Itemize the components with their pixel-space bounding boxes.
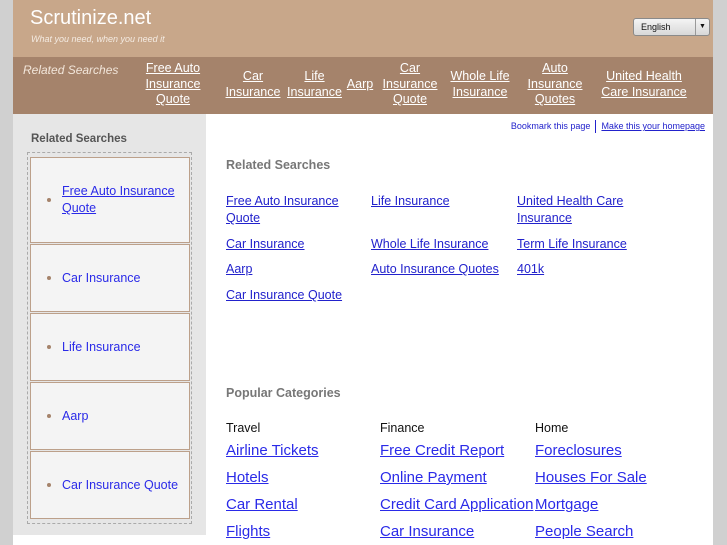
nav-link[interactable]: Aarp	[344, 61, 376, 108]
related-title: Related Searches	[226, 158, 331, 172]
site-title[interactable]: Scrutinize.net	[30, 7, 151, 30]
related-link[interactable]: Life Insurance	[371, 193, 450, 210]
bullet-icon	[47, 414, 51, 418]
sidebar-link[interactable]: Life Insurance	[62, 339, 141, 356]
category-link[interactable]: Hotels	[226, 469, 269, 486]
related-link[interactable]: 401k	[517, 261, 544, 278]
list-item[interactable]: Car Insurance Quote	[30, 451, 190, 519]
language-value: English	[641, 22, 671, 32]
sidebar-title: Related Searches	[31, 133, 127, 145]
related-link[interactable]: United Health Care Insurance	[517, 193, 642, 227]
nav-link[interactable]: Free Auto Insurance Quote	[138, 61, 208, 108]
category-link[interactable]: Foreclosures	[535, 442, 622, 459]
category-link[interactable]: Online Payment	[380, 469, 487, 486]
chevron-down-icon: ▼	[695, 19, 709, 35]
nav-link[interactable]: Whole Life Insurance	[445, 61, 515, 108]
bookmark-link[interactable]: Bookmark this page	[511, 121, 591, 131]
category-link[interactable]: Free Credit Report	[380, 442, 504, 459]
related-link[interactable]: Aarp	[226, 261, 252, 278]
popular-title: Popular Categories	[226, 386, 341, 400]
category-link[interactable]: Houses For Sale	[535, 469, 647, 486]
language-select[interactable]: English ▼	[633, 18, 710, 36]
page: Scrutinize.net What you need, when you n…	[13, 0, 713, 545]
sidebar: Related Searches Free Auto Insurance Quo…	[13, 114, 206, 535]
nav-link[interactable]: Car Insurance Quote	[378, 61, 442, 108]
category-link[interactable]: Car Rental	[226, 496, 298, 513]
sidebar-list: Free Auto Insurance Quote Car Insurance …	[27, 152, 192, 524]
related-link[interactable]: Whole Life Insurance	[371, 236, 488, 253]
category-link[interactable]: People Search	[535, 523, 633, 540]
nav-link[interactable]: Auto Insurance Quotes	[522, 61, 588, 108]
category-link[interactable]: Airline Tickets	[226, 442, 319, 459]
bullet-icon	[47, 345, 51, 349]
related-link[interactable]: Auto Insurance Quotes	[371, 261, 499, 278]
related-link[interactable]: Free Auto Insurance Quote	[226, 193, 356, 227]
list-item[interactable]: Free Auto Insurance Quote	[30, 157, 190, 243]
list-item[interactable]: Aarp	[30, 382, 190, 450]
nav-link[interactable]: Life Insurance	[284, 61, 345, 108]
homepage-link[interactable]: Make this your homepage	[601, 121, 705, 131]
divider	[595, 120, 597, 133]
nav-link[interactable]: Car Insurance	[221, 61, 285, 108]
list-item[interactable]: Life Insurance	[30, 313, 190, 381]
related-link[interactable]: Car Insurance	[226, 236, 305, 253]
bullet-icon	[47, 276, 51, 280]
tagline: What you need, when you need it	[31, 34, 165, 44]
bullet-icon	[47, 483, 51, 487]
related-link[interactable]: Car Insurance Quote	[226, 287, 342, 304]
sidebar-link[interactable]: Aarp	[62, 408, 88, 425]
top-links: Bookmark this page Make this your homepag…	[511, 120, 705, 133]
category-heading: Home	[535, 421, 569, 435]
nav-link[interactable]: United Health Care Insurance	[596, 61, 692, 108]
sidebar-link[interactable]: Car Insurance Quote	[62, 477, 178, 494]
nav-bar: Related Searches Free Auto Insurance Quo…	[13, 57, 713, 114]
category-heading: Finance	[380, 421, 425, 435]
sidebar-link[interactable]: Free Auto Insurance Quote	[62, 183, 189, 217]
category-link[interactable]: Flights	[226, 523, 270, 540]
nav-label: Related Searches	[23, 63, 119, 77]
category-link[interactable]: Credit Card Application	[380, 496, 533, 513]
bullet-icon	[47, 198, 51, 202]
list-item[interactable]: Car Insurance	[30, 244, 190, 312]
header: Scrutinize.net What you need, when you n…	[13, 0, 713, 57]
category-link[interactable]: Mortgage	[535, 496, 598, 513]
related-link[interactable]: Term Life Insurance	[517, 236, 627, 253]
category-link[interactable]: Car Insurance	[380, 523, 474, 540]
category-heading: Travel	[226, 421, 261, 435]
sidebar-link[interactable]: Car Insurance	[62, 270, 141, 287]
